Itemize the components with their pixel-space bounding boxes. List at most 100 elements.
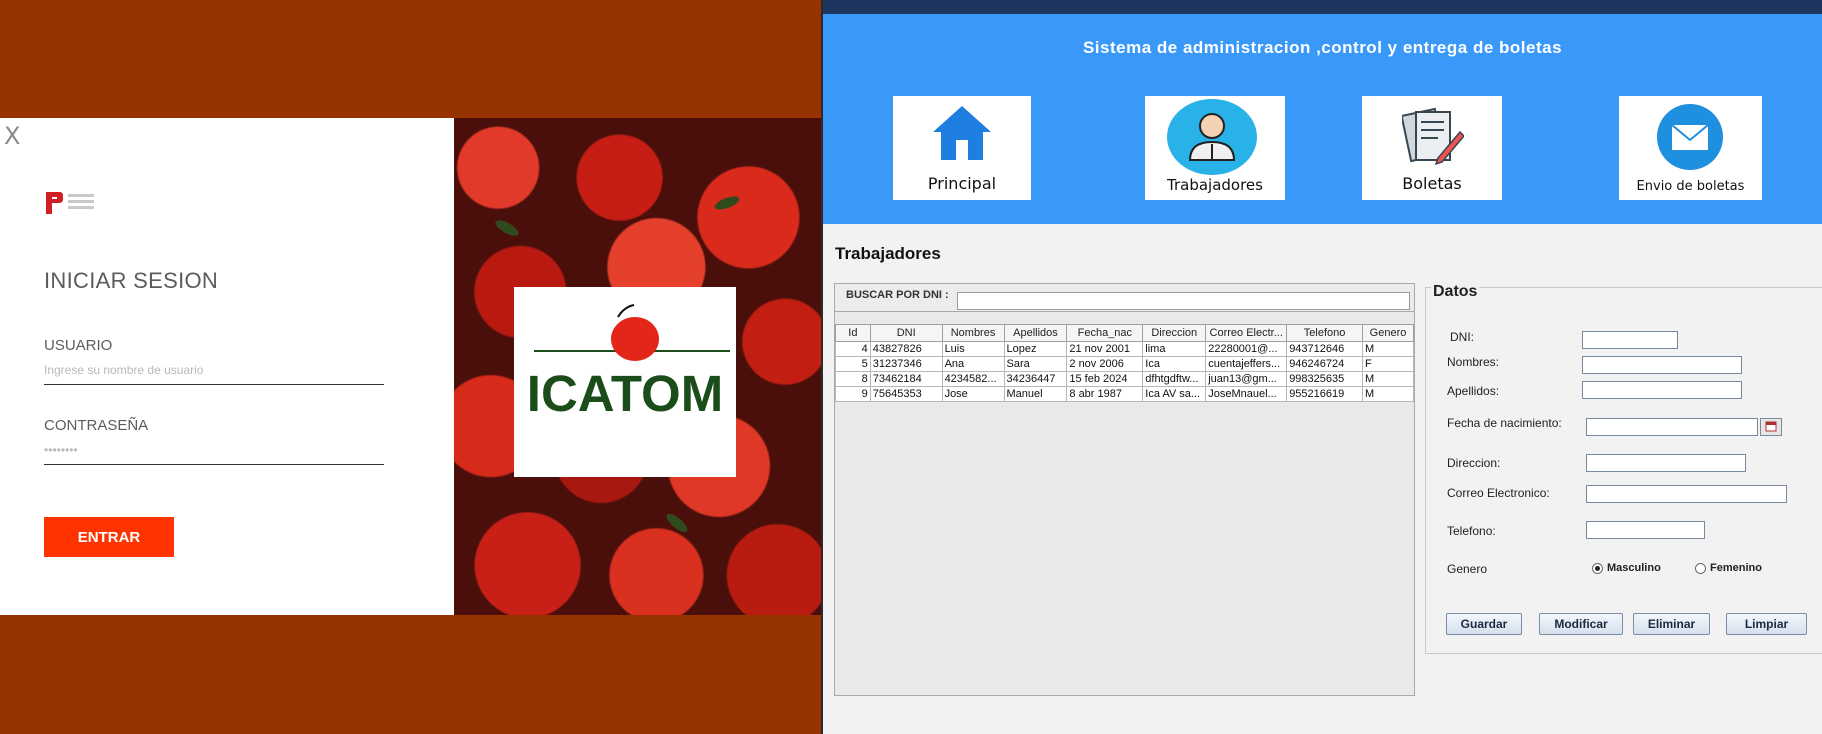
- icatom-brand-text: ICATOM: [527, 365, 723, 422]
- eliminar-button[interactable]: Eliminar: [1633, 613, 1710, 635]
- nav-principal-label: Principal: [927, 174, 997, 193]
- table-cell: 946246724: [1286, 356, 1364, 372]
- nav-principal-button[interactable]: Principal: [893, 96, 1031, 200]
- icatom-logo-icon: ICATOM: [527, 304, 730, 422]
- search-bar: BUSCAR POR DNI :: [835, 284, 1414, 312]
- utp-logo-icon: [46, 192, 63, 214]
- table-cell: Jose: [941, 386, 1005, 402]
- radio-unselected-icon: [1695, 562, 1706, 574]
- search-dni-input[interactable]: [957, 292, 1410, 310]
- home-icon: [933, 106, 991, 160]
- table-cell: 4234582...: [941, 371, 1005, 387]
- nombres-field[interactable]: [1582, 356, 1742, 374]
- table-cell: JoseMnauel...: [1205, 386, 1288, 402]
- correo-label: Correo Electronico:: [1447, 486, 1550, 500]
- column-header[interactable]: DNI: [869, 324, 943, 342]
- column-header[interactable]: Direccion: [1142, 324, 1207, 342]
- modificar-button[interactable]: Modificar: [1539, 613, 1623, 635]
- femenino-radio[interactable]: Femenino: [1695, 562, 1762, 574]
- icatom-logo: ICATOM: [514, 287, 736, 477]
- column-header[interactable]: Genero: [1362, 324, 1414, 342]
- worker-icon: [1167, 99, 1257, 175]
- table-cell: 4: [835, 341, 871, 357]
- table-cell: 955216619: [1286, 386, 1364, 402]
- table-cell: Sara: [1003, 356, 1068, 372]
- password-input[interactable]: [44, 436, 384, 465]
- telefono-field[interactable]: [1586, 521, 1705, 539]
- apellidos-field[interactable]: [1582, 381, 1742, 399]
- nav-envio-label: Envio de boletas: [1636, 179, 1745, 194]
- mail-icon: [1657, 104, 1723, 170]
- table-cell: 9: [835, 386, 871, 402]
- username-input[interactable]: [44, 356, 384, 385]
- table-row[interactable]: 5 31237346 Ana Sara 2 nov 2006 Ica cuent…: [835, 356, 1414, 372]
- column-header[interactable]: Correo Electr...: [1205, 324, 1288, 342]
- guardar-button[interactable]: Guardar: [1446, 613, 1522, 635]
- close-icon[interactable]: X: [4, 122, 20, 150]
- table-cell: Manuel: [1003, 386, 1068, 402]
- table-cell: 15 feb 2024: [1066, 371, 1144, 387]
- limpiar-button[interactable]: Limpiar: [1726, 613, 1807, 635]
- username-label: USUARIO: [44, 337, 113, 354]
- login-window: X INICIAR SESION USUARIO CONTRASEÑA ENTR…: [0, 0, 822, 734]
- workers-table[interactable]: Id DNI Nombres Apellidos Fecha_nac Direc…: [835, 324, 1414, 402]
- table-cell: Ana: [941, 356, 1005, 372]
- table-cell: 5: [835, 356, 871, 372]
- table-cell: M: [1362, 371, 1414, 387]
- table-cell: juan13@gm...: [1205, 371, 1288, 387]
- calendar-icon[interactable]: [1760, 418, 1782, 436]
- table-cell: 31237346: [869, 356, 943, 372]
- nav-trabajadores-label: Trabajadores: [1167, 176, 1263, 194]
- window-title-bar: [823, 0, 1822, 14]
- table-cell: 22280001@...: [1205, 341, 1288, 357]
- login-button[interactable]: ENTRAR: [44, 517, 174, 557]
- table-cell: lima: [1142, 341, 1207, 357]
- password-label: CONTRASEÑA: [44, 417, 149, 434]
- column-header[interactable]: Fecha_nac: [1066, 324, 1144, 342]
- datos-form-panel: Datos DNI: Nombres: Apellidos: Fecha de …: [1425, 283, 1822, 654]
- nav-boletas-button[interactable]: Boletas: [1362, 96, 1502, 200]
- table-cell: 75645353: [869, 386, 943, 402]
- table-cell: Lopez: [1003, 341, 1068, 357]
- nav-trabajadores-button[interactable]: Trabajadores: [1145, 96, 1285, 200]
- table-row[interactable]: 9 75645353 Jose Manuel 8 abr 1987 Ica AV…: [835, 386, 1414, 402]
- admin-window: Sistema de administracion ,control y ent…: [823, 0, 1822, 734]
- masculino-radio[interactable]: Masculino: [1592, 562, 1661, 574]
- table-cell: dfhtgdftw...: [1142, 371, 1207, 387]
- table-cell: 21 nov 2001: [1066, 341, 1144, 357]
- table-cell: 998325635: [1286, 371, 1364, 387]
- table-cell: 943712646: [1286, 341, 1364, 357]
- dni-field[interactable]: [1582, 331, 1678, 349]
- correo-field[interactable]: [1586, 485, 1787, 503]
- table-cell: Ica: [1142, 356, 1207, 372]
- table-cell: M: [1362, 341, 1414, 357]
- nav-boletas-label: Boletas: [1402, 174, 1462, 193]
- table-cell: 34236447: [1003, 371, 1068, 387]
- column-header[interactable]: Nombres: [941, 324, 1005, 342]
- table-header-row: Id DNI Nombres Apellidos Fecha_nac Direc…: [835, 324, 1414, 342]
- column-header[interactable]: Apellidos: [1003, 324, 1068, 342]
- table-row[interactable]: 4 43827826 Luis Lopez 21 nov 2001 lima 2…: [835, 341, 1414, 357]
- table-cell: Ica AV sa...: [1142, 386, 1207, 402]
- table-cell: cuentajeffers...: [1205, 356, 1288, 372]
- university-logo: [44, 190, 94, 218]
- table-cell: 2 nov 2006: [1066, 356, 1144, 372]
- nombres-label: Nombres:: [1447, 355, 1500, 369]
- tomato-background-image: ICATOM: [454, 118, 822, 615]
- login-form-panel: X INICIAR SESION USUARIO CONTRASEÑA ENTR…: [0, 118, 454, 615]
- app-title: Sistema de administracion ,control y ent…: [1082, 38, 1563, 57]
- table-row[interactable]: 8 73462184 4234582... 34236447 15 feb 20…: [835, 371, 1414, 387]
- section-title: Trabajadores: [835, 244, 941, 263]
- fecha-nacimiento-field[interactable]: [1586, 418, 1758, 436]
- radio-selected-icon: [1592, 562, 1603, 574]
- direccion-label: Direccion:: [1447, 456, 1501, 470]
- table-cell: M: [1362, 386, 1414, 402]
- workers-table-panel: BUSCAR POR DNI : Id DNI Nombres Apellido…: [834, 283, 1415, 696]
- table-cell: Luis: [941, 341, 1005, 357]
- nav-envio-button[interactable]: Envio de boletas: [1619, 96, 1762, 200]
- table-cell: 8 abr 1987: [1066, 386, 1144, 402]
- genero-label: Genero: [1447, 562, 1488, 576]
- direccion-field[interactable]: [1586, 454, 1746, 472]
- column-header[interactable]: Id: [835, 324, 871, 342]
- column-header[interactable]: Telefono: [1286, 324, 1364, 342]
